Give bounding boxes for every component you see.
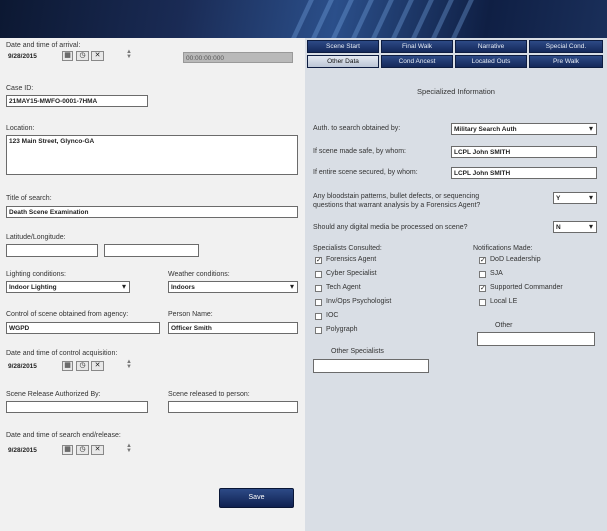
banner-stripe bbox=[391, 0, 414, 38]
lighting-select[interactable]: Indoor Lighting bbox=[6, 281, 130, 293]
notification-checkbox[interactable]: ✓ bbox=[479, 285, 486, 292]
notification-checkbox[interactable] bbox=[479, 271, 486, 278]
notification-checkbox-label: SJA bbox=[490, 270, 503, 277]
release-by-label: Scene Release Authorized By: bbox=[6, 391, 101, 398]
notification-checkbox[interactable]: ✓ bbox=[479, 257, 486, 264]
secured-label: If entire scene secured, by whom: bbox=[313, 169, 418, 176]
left-panel: Date and time of arrival: 9/28/2015 ▦ ◷ … bbox=[0, 38, 305, 531]
clock-icon[interactable]: ◷ bbox=[76, 445, 89, 455]
tab-pre-walk[interactable]: Pre Walk bbox=[529, 55, 603, 68]
secured-field[interactable]: LCPL John SMITH bbox=[451, 167, 597, 179]
release-to-field[interactable] bbox=[168, 401, 298, 413]
tab-narrative[interactable]: Narrative bbox=[455, 40, 527, 53]
clock-icon[interactable]: ◷ bbox=[76, 51, 89, 61]
title-label: Title of search: bbox=[6, 195, 52, 202]
notification-checkbox-label: Supported Commander bbox=[490, 284, 563, 291]
date-arrival-label: Date and time of arrival: bbox=[6, 42, 81, 49]
made-safe-label: If scene made safe, by whom: bbox=[313, 148, 406, 155]
lighting-label: Lighting conditions: bbox=[6, 271, 66, 278]
tab-cond-ancest[interactable]: Cond Ancest bbox=[381, 55, 453, 68]
tab-other-data[interactable]: Other Data bbox=[307, 55, 379, 68]
section-title: Specialized Information bbox=[417, 87, 495, 96]
banner-stripe bbox=[351, 0, 374, 38]
other-notifications-field[interactable] bbox=[477, 332, 595, 346]
specialist-checkbox[interactable] bbox=[315, 271, 322, 278]
specialist-checkbox[interactable] bbox=[315, 327, 322, 334]
specialists-label: Specialists Consulted: bbox=[313, 245, 382, 252]
specialist-checkbox-label: Inv/Ops Psychologist bbox=[326, 298, 392, 305]
digital-select[interactable]: N bbox=[553, 221, 597, 233]
control-date-label: Date and time of control acquisition: bbox=[6, 350, 118, 357]
time-display: 00:00:00:000 bbox=[183, 52, 293, 63]
search-end-field[interactable]: 9/28/2015 bbox=[6, 445, 60, 456]
person-field[interactable]: Officer Smith bbox=[168, 322, 298, 334]
title-field[interactable]: Death Scene Examination bbox=[6, 206, 298, 218]
clock-icon[interactable]: ◷ bbox=[76, 361, 89, 371]
case-id-label: Case ID: bbox=[6, 85, 34, 92]
right-panel: Scene Start Final Walk Narrative Special… bbox=[305, 38, 607, 531]
banner-stripe bbox=[451, 0, 474, 38]
banner-stripe bbox=[331, 0, 354, 38]
banner-stripe bbox=[371, 0, 394, 38]
notifications-label: Notifications Made: bbox=[473, 245, 533, 252]
banner-stripe bbox=[291, 0, 314, 38]
specialist-checkbox[interactable] bbox=[315, 313, 322, 320]
weather-label: Weather conditions: bbox=[168, 271, 230, 278]
latlong-label: Latitude/Longitude: bbox=[6, 234, 66, 241]
calendar-icon[interactable]: ▦ bbox=[62, 361, 73, 371]
auth-select[interactable]: Military Search Auth bbox=[451, 123, 597, 135]
other-label: Other bbox=[495, 322, 513, 329]
spinner-icon[interactable]: ▲ ▼ bbox=[126, 49, 132, 60]
specialist-checkbox-label: IOC bbox=[326, 312, 339, 319]
blood-question-2: questions that warrant analysis by a For… bbox=[313, 202, 481, 209]
control-label: Control of scene obtained from agency: bbox=[6, 311, 129, 318]
longitude-field[interactable] bbox=[104, 244, 199, 257]
made-safe-field[interactable]: LCPL John SMITH bbox=[451, 146, 597, 158]
other-specialists-field[interactable] bbox=[313, 359, 429, 373]
control-field[interactable]: WGPD bbox=[6, 322, 160, 334]
latitude-field[interactable] bbox=[6, 244, 98, 257]
specialist-checkbox[interactable] bbox=[315, 285, 322, 292]
blood-select[interactable]: Y bbox=[553, 192, 597, 204]
weather-select[interactable]: Indoors bbox=[168, 281, 298, 293]
specialist-checkbox-label: Tech Agent bbox=[326, 284, 361, 291]
specialist-checkbox[interactable]: ✓ bbox=[315, 257, 322, 264]
person-label: Person Name: bbox=[168, 311, 213, 318]
other-specialists-label: Other Specialists bbox=[331, 348, 384, 355]
calendar-icon[interactable]: ▦ bbox=[62, 445, 73, 455]
auth-label: Auth. to search obtained by: bbox=[313, 125, 401, 132]
header-banner bbox=[0, 0, 607, 38]
control-date-field[interactable]: 9/28/2015 bbox=[6, 361, 60, 372]
tab-special-cond[interactable]: Special Cond. bbox=[529, 40, 603, 53]
digital-question: Should any digital media be processed on… bbox=[313, 224, 468, 231]
calendar-icon[interactable]: ▦ bbox=[62, 51, 73, 61]
clear-icon[interactable]: ✕ bbox=[91, 445, 104, 455]
specialist-checkbox[interactable] bbox=[315, 299, 322, 306]
search-end-label: Date and time of search end/release: bbox=[6, 432, 121, 439]
banner-stripe bbox=[431, 0, 454, 38]
banner-stripe bbox=[411, 0, 434, 38]
save-button[interactable]: Save bbox=[219, 488, 294, 508]
location-label: Location: bbox=[6, 125, 35, 132]
specialist-checkbox-label: Polygraph bbox=[326, 326, 358, 333]
blood-question-1: Any bloodstain patterns, bullet defects,… bbox=[313, 193, 480, 200]
specialist-checkbox-label: Forensics Agent bbox=[326, 256, 377, 263]
tab-final-walk[interactable]: Final Walk bbox=[381, 40, 453, 53]
case-id-field[interactable]: 21MAY15-MWFO-0001-7HMA bbox=[6, 95, 148, 107]
clear-icon[interactable]: ✕ bbox=[91, 361, 104, 371]
notification-checkbox-label: Local LE bbox=[490, 298, 518, 305]
location-field[interactable]: 123 Main Street, Glynco-GA bbox=[6, 135, 298, 175]
spinner-icon[interactable]: ▲ ▼ bbox=[126, 443, 132, 454]
date-arrival-field[interactable]: 9/28/2015 bbox=[6, 51, 60, 62]
tab-located-outs[interactable]: Located Outs bbox=[455, 55, 527, 68]
notification-checkbox[interactable] bbox=[479, 299, 486, 306]
notification-checkbox-label: DoD Leadership bbox=[490, 256, 541, 263]
clear-icon[interactable]: ✕ bbox=[91, 51, 104, 61]
banner-stripe bbox=[311, 0, 334, 38]
release-to-label: Scene released to person: bbox=[168, 391, 250, 398]
tab-scene-start[interactable]: Scene Start bbox=[307, 40, 379, 53]
specialist-checkbox-label: Cyber Specialist bbox=[326, 270, 377, 277]
release-by-field[interactable] bbox=[6, 401, 148, 413]
spinner-icon[interactable]: ▲ ▼ bbox=[126, 359, 132, 370]
